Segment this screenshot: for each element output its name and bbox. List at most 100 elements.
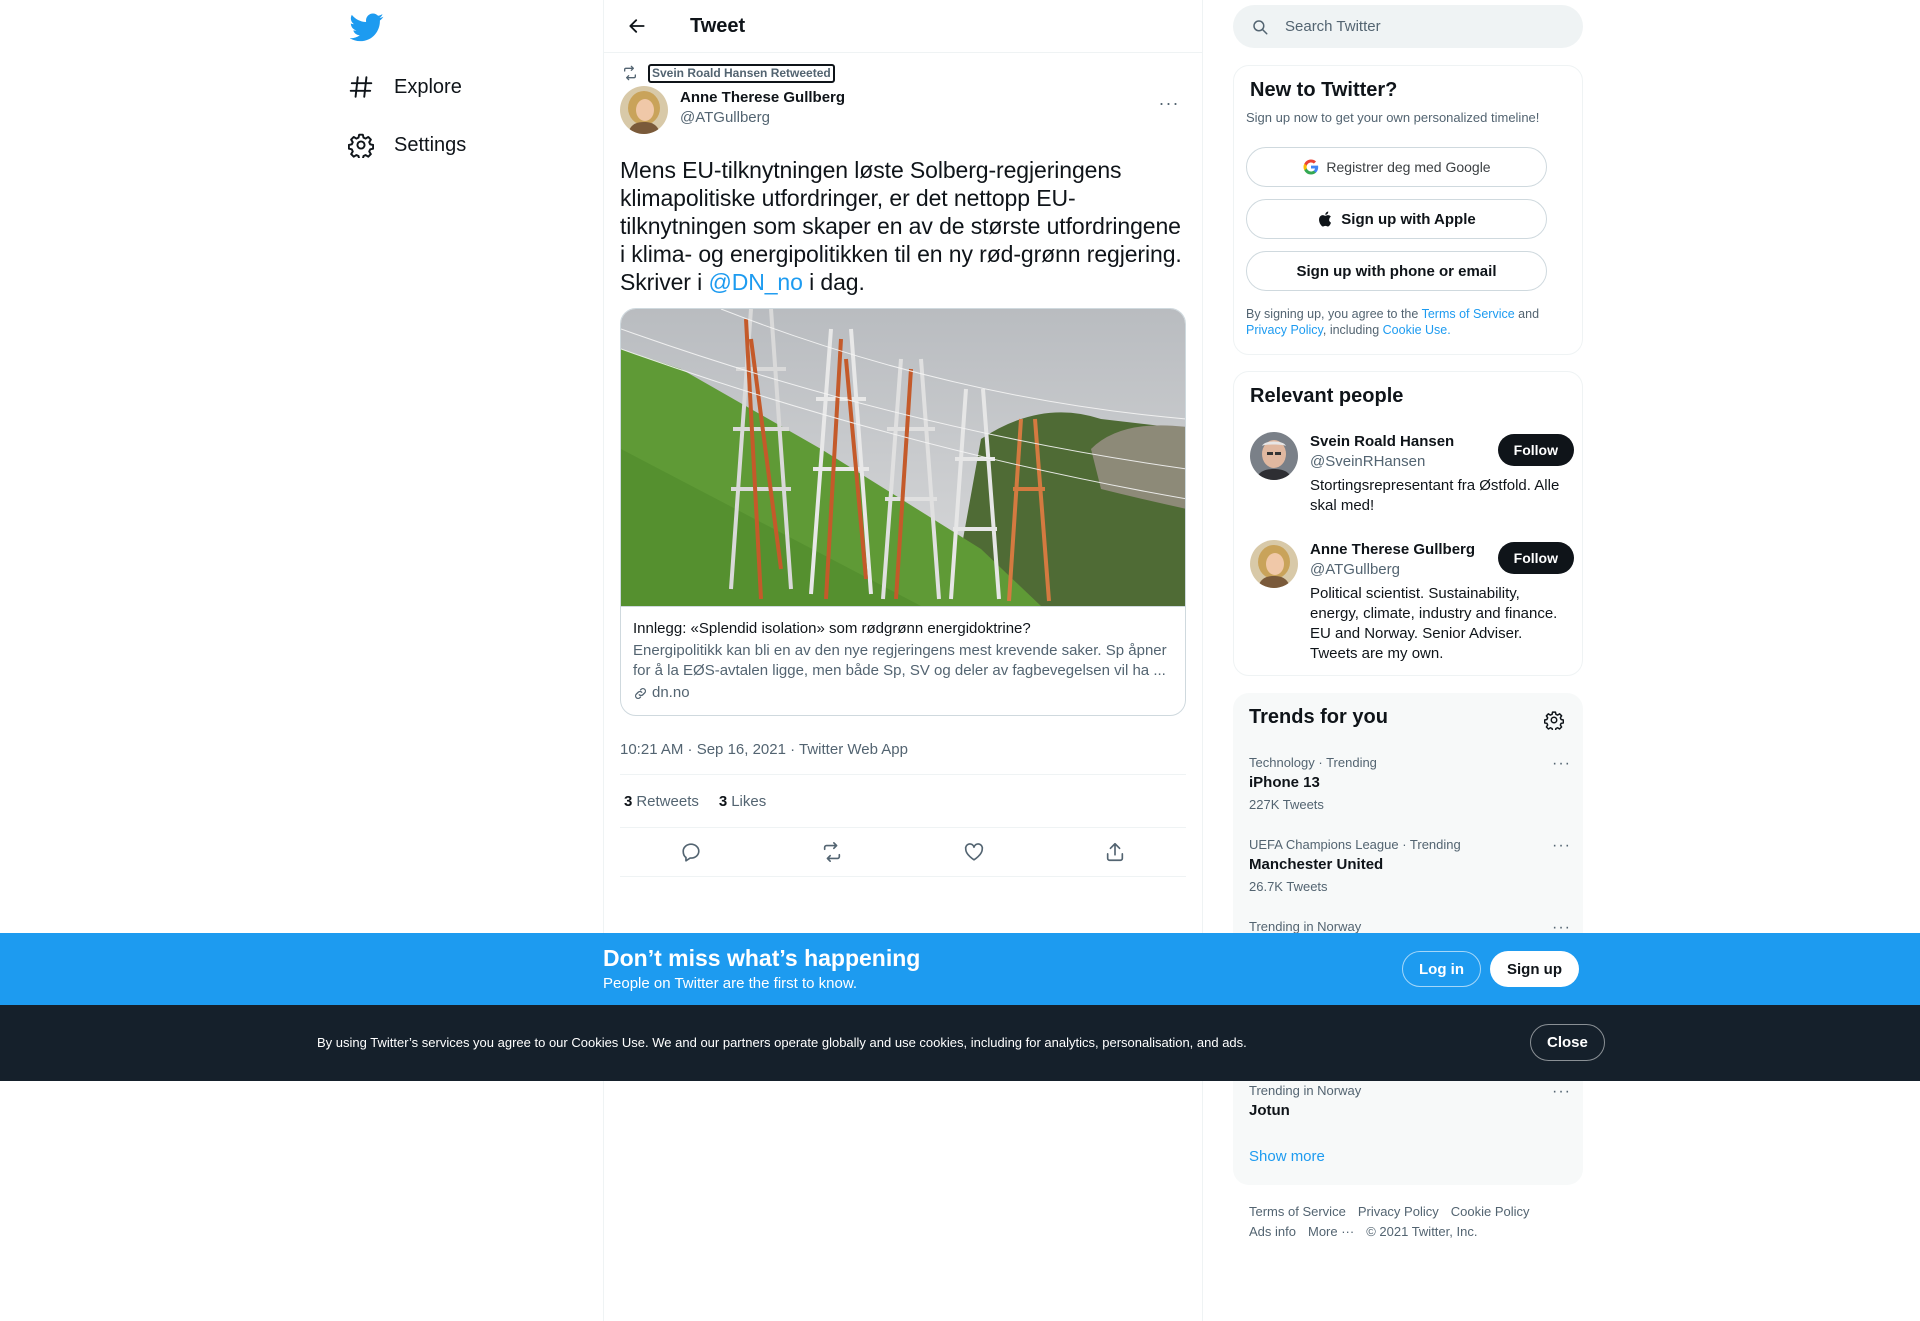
person-bio: Political scientist. Sustainability, ene… bbox=[1310, 585, 1558, 662]
gear-icon bbox=[348, 133, 374, 158]
terms-link[interactable]: Terms of Service bbox=[1422, 307, 1515, 321]
person-name[interactable]: Anne Therese Gullberg bbox=[1310, 540, 1475, 560]
cookie-text: By using Twitter’s services you agree to… bbox=[317, 1035, 1247, 1050]
new-to-twitter-panel: New to Twitter? Sign up now to get your … bbox=[1233, 65, 1583, 355]
share-button[interactable] bbox=[1096, 833, 1134, 871]
card-domain: dn.no bbox=[633, 683, 1173, 703]
trends-title: Trends for you bbox=[1249, 706, 1388, 728]
retweets-stat[interactable]: 3 Retweets bbox=[624, 793, 699, 810]
likes-count: 3 bbox=[718, 792, 728, 810]
google-icon bbox=[1303, 159, 1319, 175]
trend-item[interactable]: Technology · Trending iPhone 13 227K Twe… bbox=[1249, 755, 1571, 813]
signup-google-button[interactable]: Registrer deg med Google bbox=[1246, 147, 1547, 187]
avatar[interactable] bbox=[1250, 540, 1298, 588]
more-options-icon[interactable]: ··· bbox=[1152, 86, 1186, 120]
footer-cookie-link[interactable]: Cookie Policy bbox=[1451, 1204, 1530, 1219]
person-name[interactable]: Svein Roald Hansen bbox=[1310, 432, 1454, 452]
footer-ads-link[interactable]: Ads info bbox=[1249, 1224, 1296, 1239]
signup-phone-button[interactable]: Sign up with phone or email bbox=[1246, 251, 1547, 291]
reply-icon bbox=[682, 843, 700, 862]
follow-button[interactable]: Follow bbox=[1497, 542, 1574, 574]
trend-name: Jotun bbox=[1249, 1102, 1290, 1119]
left-nav: Explore Settings bbox=[340, 0, 600, 1321]
likes-stat[interactable]: 3 Likes bbox=[719, 793, 766, 810]
nav-settings[interactable]: Settings bbox=[348, 121, 466, 169]
trend-meta: Technology · Trending bbox=[1249, 755, 1377, 770]
retweet-icon bbox=[624, 65, 636, 81]
cookie-use-link[interactable]: Cookie Use. bbox=[1383, 323, 1451, 337]
more-options-icon[interactable]: ··· bbox=[1552, 1083, 1571, 1101]
login-banner-subtitle: People on Twitter are the first to know. bbox=[603, 975, 858, 992]
footer-terms-link[interactable]: Terms of Service bbox=[1249, 1204, 1346, 1219]
new-to-twitter-subtitle: Sign up now to get your own personalized… bbox=[1246, 110, 1540, 125]
share-icon bbox=[1107, 842, 1124, 862]
tweet-actions bbox=[620, 828, 1186, 877]
privacy-link[interactable]: Privacy Policy bbox=[1246, 323, 1323, 337]
more-options-icon[interactable]: ··· bbox=[1552, 755, 1571, 773]
footer-more-link[interactable]: More ··· bbox=[1308, 1224, 1354, 1239]
main-column: Tweet Svein Roald Hansen Retweeted Anne … bbox=[603, 0, 1203, 1321]
tweet-text-body: Mens EU-tilknytningen løste Solberg-regj… bbox=[620, 157, 1182, 295]
card-title: Innlegg: «Splendid isolation» som rødgrø… bbox=[633, 620, 1031, 637]
twitter-bird-icon[interactable] bbox=[349, 10, 384, 44]
like-button[interactable] bbox=[955, 833, 993, 871]
trend-count: 227K Tweets bbox=[1249, 797, 1324, 812]
card-body: Innlegg: «Splendid isolation» som rødgrø… bbox=[621, 606, 1185, 715]
card-description: Energipolitikk kan bli en av den nye reg… bbox=[633, 642, 1167, 679]
search-input[interactable] bbox=[1285, 18, 1565, 35]
arrow-left-icon bbox=[629, 19, 645, 33]
page-title: Tweet bbox=[690, 14, 746, 37]
signup-apple-label: Sign up with Apple bbox=[1341, 210, 1476, 228]
terms-prefix: By signing up, you agree to the bbox=[1246, 307, 1422, 321]
signup-button[interactable]: Sign up bbox=[1490, 951, 1579, 987]
signup-apple-button[interactable]: Sign up with Apple bbox=[1246, 199, 1547, 239]
back-button[interactable] bbox=[620, 9, 654, 43]
link-card[interactable]: Innlegg: «Splendid isolation» som rødgrø… bbox=[620, 308, 1186, 716]
login-banner: Don’t miss what’s happening People on Tw… bbox=[0, 933, 1920, 1005]
trend-meta: Trending in Norway bbox=[1249, 1083, 1362, 1098]
tweet: Svein Roald Hansen Retweeted Anne Theres… bbox=[604, 60, 1202, 877]
nav-explore[interactable]: Explore bbox=[348, 63, 462, 111]
trends-settings-button[interactable] bbox=[1537, 703, 1571, 737]
gear-icon bbox=[1544, 711, 1564, 730]
login-button[interactable]: Log in bbox=[1402, 951, 1481, 987]
tweet-stats: 3 Retweets 3 Likes bbox=[620, 775, 1186, 828]
show-more-link[interactable]: Show more bbox=[1249, 1148, 1325, 1165]
tweet-text-tail: i dag. bbox=[802, 269, 865, 295]
card-image bbox=[621, 309, 1185, 606]
avatar[interactable] bbox=[1250, 432, 1298, 480]
author-avatar[interactable] bbox=[620, 86, 668, 134]
main-header: Tweet bbox=[604, 0, 1202, 53]
footer-copyright: © 2021 Twitter, Inc. bbox=[1366, 1224, 1478, 1239]
cookie-banner: By using Twitter’s services you agree to… bbox=[0, 1005, 1920, 1081]
reply-button[interactable] bbox=[672, 833, 710, 871]
login-banner-title: Don’t miss what’s happening bbox=[603, 945, 921, 971]
terms-including: , including bbox=[1322, 323, 1383, 337]
author-row: Anne Therese Gullberg @ATGullberg ··· bbox=[620, 86, 1186, 140]
hashtag-icon bbox=[349, 76, 373, 98]
person-handle[interactable]: @ATGullberg bbox=[1310, 560, 1400, 580]
heart-icon bbox=[964, 843, 983, 861]
author-handle[interactable]: @ATGullberg bbox=[680, 108, 845, 128]
footer-privacy-link[interactable]: Privacy Policy bbox=[1358, 1204, 1439, 1219]
trend-count: 26.7K Tweets bbox=[1249, 879, 1328, 894]
search-icon bbox=[1253, 19, 1268, 34]
retweet-icon bbox=[824, 842, 841, 862]
apple-icon bbox=[1319, 211, 1332, 227]
author-name[interactable]: Anne Therese Gullberg bbox=[680, 88, 845, 108]
retweet-context: Svein Roald Hansen Retweeted bbox=[620, 60, 1186, 86]
mention-link[interactable]: @DN_no bbox=[708, 269, 802, 295]
trend-item[interactable]: Trending in Norway Jotun ··· bbox=[1249, 1083, 1571, 1121]
retweeted-by-link[interactable]: Svein Roald Hansen Retweeted bbox=[648, 63, 835, 83]
link-icon bbox=[635, 687, 646, 699]
more-options-icon[interactable]: ··· bbox=[1552, 837, 1571, 855]
retweet-button[interactable] bbox=[813, 833, 851, 871]
nav-settings-label: Settings bbox=[394, 133, 467, 156]
person-handle[interactable]: @SveinRHansen bbox=[1310, 452, 1425, 472]
trend-item[interactable]: UEFA Champions League · Trending Manches… bbox=[1249, 837, 1571, 895]
search-box[interactable] bbox=[1233, 5, 1583, 48]
cookie-close-button[interactable]: Close bbox=[1530, 1024, 1605, 1061]
follow-button[interactable]: Follow bbox=[1497, 434, 1574, 466]
trend-name: Manchester United bbox=[1249, 856, 1384, 873]
tweet-timestamp[interactable]: 10:21 AM · Sep 16, 2021 · Twitter Web Ap… bbox=[620, 724, 1186, 775]
